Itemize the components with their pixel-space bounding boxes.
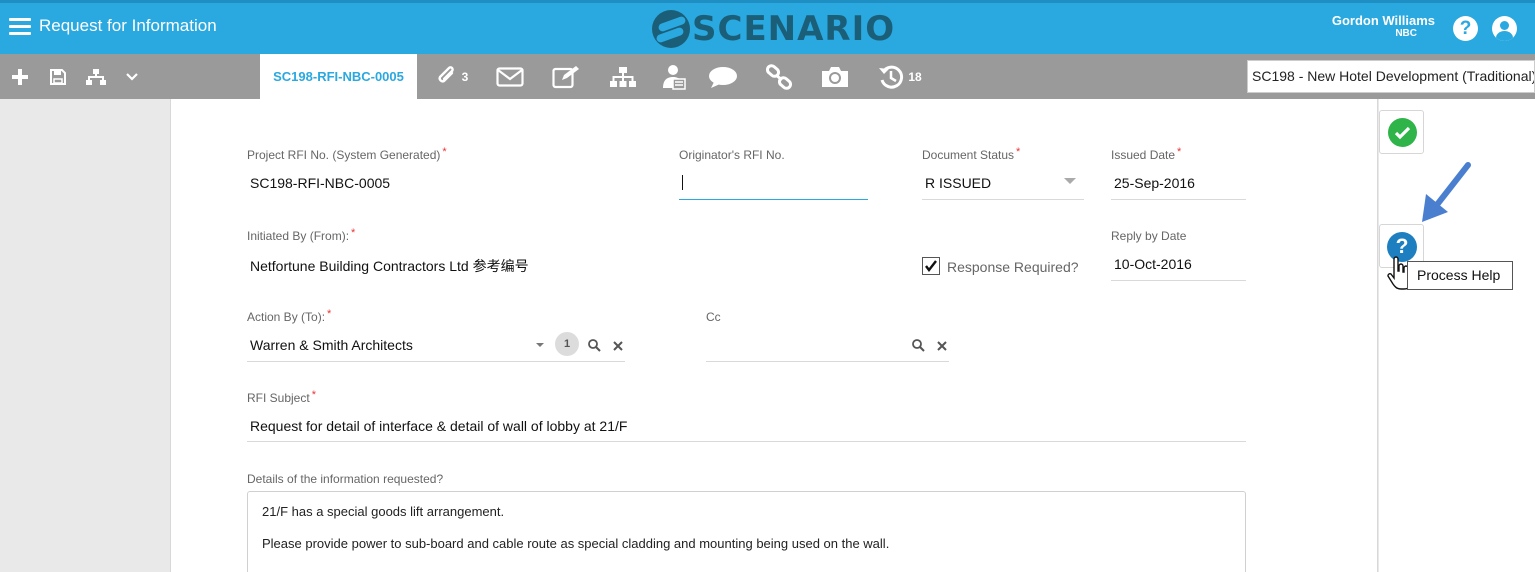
- action-by-underline: [247, 361, 625, 362]
- rfi-subject-label: RFI Subject *: [247, 389, 316, 405]
- clear-icon[interactable]: [937, 341, 947, 351]
- chevron-down-icon[interactable]: [536, 343, 544, 347]
- scenario-logo: SCENARIO: [652, 7, 895, 51]
- initiated-by-value: Netfortune Building Contractors Ltd 参考编号: [250, 258, 529, 274]
- menu-icon[interactable]: [9, 18, 31, 36]
- history-icon: [879, 65, 904, 89]
- logo-text: SCENARIO: [692, 9, 896, 49]
- issued-date-input[interactable]: 25-Sep-2016: [1114, 175, 1195, 191]
- comment-icon[interactable]: [706, 54, 740, 99]
- user-info[interactable]: Gordon Williams NBC: [1320, 13, 1435, 39]
- cc-label: Cc: [706, 310, 721, 324]
- cc-input[interactable]: [709, 337, 899, 355]
- process-help-tooltip: Process Help: [1407, 261, 1513, 290]
- history-button[interactable]: 18: [876, 54, 924, 99]
- user-name: Gordon Williams: [1331, 13, 1435, 28]
- logo-mark-icon: [652, 10, 690, 48]
- response-required-checkbox[interactable]: [922, 257, 940, 275]
- details-line: Please provide power to sub-board and ca…: [262, 536, 890, 551]
- chevron-down-icon[interactable]: [1064, 178, 1076, 184]
- camera-icon[interactable]: [818, 54, 852, 99]
- user-document-icon[interactable]: [660, 54, 688, 99]
- reply-by-underline: [1111, 280, 1246, 281]
- history-count: 18: [908, 69, 922, 84]
- search-icon[interactable]: [588, 339, 601, 352]
- rfi-subject-input[interactable]: Request for detail of interface & detail…: [250, 418, 627, 434]
- paperclip-icon: [438, 65, 454, 82]
- search-icon[interactable]: [912, 339, 925, 352]
- user-org: NBC: [1395, 28, 1417, 39]
- plus-icon[interactable]: [8, 54, 32, 99]
- action-by-value[interactable]: Warren & Smith Architects: [250, 337, 413, 353]
- checkmark-icon: [925, 260, 937, 272]
- save-icon[interactable]: [46, 54, 70, 99]
- link-icon[interactable]: [763, 54, 795, 99]
- submit-button[interactable]: [1379, 110, 1424, 154]
- issued-date-label: Issued Date *: [1111, 146, 1182, 162]
- cc-underline: [706, 361, 949, 362]
- tab-rfi-document[interactable]: SC198-RFI-NBC-0005: [260, 54, 417, 99]
- action-by-label: Action By (To): *: [247, 308, 332, 324]
- action-by-count-badge[interactable]: 1: [555, 332, 579, 356]
- edit-icon[interactable]: [550, 54, 582, 99]
- clear-icon[interactable]: [613, 341, 623, 351]
- envelope-icon[interactable]: [494, 54, 526, 99]
- issued-date-underline: [1111, 199, 1246, 200]
- originator-rfi-input[interactable]: [682, 175, 868, 193]
- reply-by-label: Reply by Date: [1111, 229, 1187, 243]
- project-rfi-label: Project RFI No. (System Generated) *: [247, 146, 447, 162]
- document-status-underline: [922, 199, 1084, 200]
- check-circle-icon: [1388, 118, 1417, 147]
- initiated-by-label: Initiated By (From): *: [247, 227, 356, 243]
- details-label: Details of the information requested?: [247, 472, 444, 486]
- details-line: 21/F has a special goods lift arrangemen…: [262, 504, 505, 519]
- top-header: Request for Information SCENARIO Gordon …: [0, 0, 1535, 54]
- attachments-count: 3: [461, 69, 469, 84]
- document-status-select[interactable]: R ISSUED: [925, 175, 991, 191]
- reply-by-input[interactable]: 10-Oct-2016: [1114, 256, 1192, 272]
- chevron-down-icon[interactable]: [122, 54, 142, 99]
- document-status-label: Document Status *: [922, 146, 1021, 162]
- app-title: Request for Information: [39, 16, 217, 35]
- attachments-button[interactable]: 3: [432, 54, 472, 99]
- project-selector[interactable]: SC198 - New Hotel Development (Tradition…: [1247, 60, 1535, 93]
- help-icon[interactable]: ?: [1453, 16, 1478, 41]
- rfi-subject-underline: [247, 441, 1246, 442]
- text-caret: [682, 175, 683, 190]
- response-required-label: Response Required?: [947, 259, 1079, 275]
- user-avatar-icon[interactable]: [1492, 16, 1517, 41]
- workflow-icon[interactable]: [607, 54, 639, 99]
- details-textarea[interactable]: 21/F has a special goods lift arrangemen…: [247, 491, 1246, 572]
- toolbar: SC198-RFI-NBC-0005 3 18 SC198 - New Hote…: [0, 54, 1535, 99]
- arrow-annotation-icon: [1422, 162, 1471, 222]
- originator-rfi-underline: [679, 199, 868, 200]
- hierarchy-icon[interactable]: [83, 54, 109, 99]
- project-rfi-value: SC198-RFI-NBC-0005: [250, 175, 391, 191]
- originator-rfi-label: Originator's RFI No.: [679, 148, 785, 162]
